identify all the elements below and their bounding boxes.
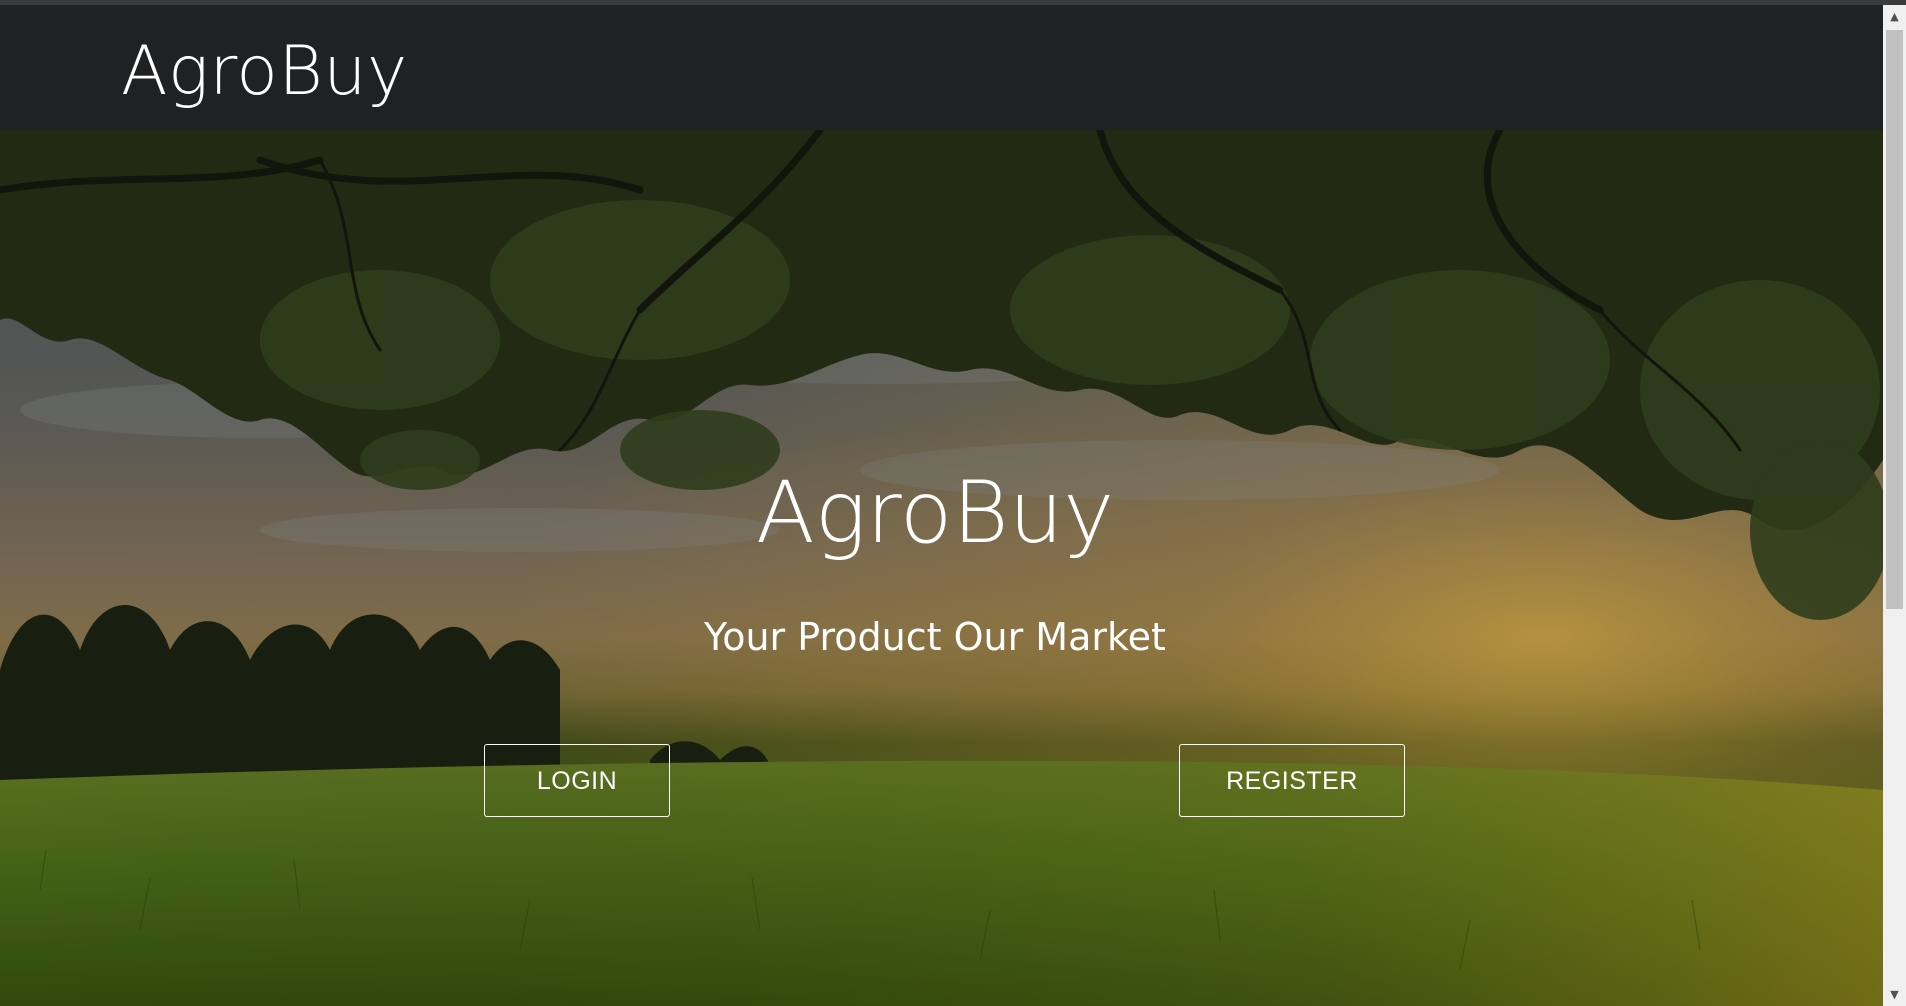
register-button[interactable]: REGISTER xyxy=(1179,744,1405,817)
hero-dark-overlay xyxy=(0,130,1883,1006)
hero-tagline: Your Product Our Market xyxy=(704,615,1166,659)
hero-section: AgroBuy Your Product Our Market LOGIN RE… xyxy=(0,130,1883,1006)
hero-title: AgroBuy xyxy=(755,463,1115,563)
navbar-brand[interactable]: AgroBuy xyxy=(121,27,408,117)
login-button[interactable]: LOGIN xyxy=(484,744,670,817)
navbar: AgroBuy xyxy=(0,5,1883,130)
chevron-up-icon[interactable]: ▲ xyxy=(1883,8,1906,26)
scrollbar-thumb[interactable] xyxy=(1886,30,1903,609)
chevron-down-icon[interactable]: ▼ xyxy=(1883,986,1906,1004)
browser-viewport: AgroBuy AgroBuy Your Product Our Market … xyxy=(0,0,1906,1006)
